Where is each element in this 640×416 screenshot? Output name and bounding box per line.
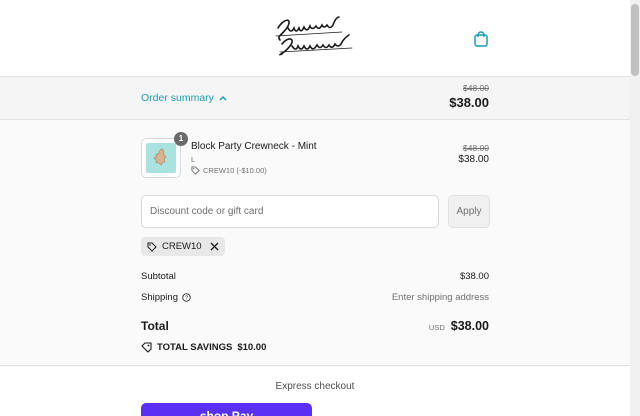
discount-code-input[interactable] — [141, 195, 439, 228]
tag-icon — [141, 342, 152, 353]
tag-icon — [147, 242, 157, 252]
shipping-label: Shipping — [141, 292, 178, 303]
product-variant: L — [191, 155, 196, 164]
product-discount-label: CREW10 (-$10.00) — [203, 166, 267, 175]
apply-button[interactable]: Apply — [448, 195, 490, 228]
shipping-value: Enter shipping address — [391, 292, 489, 303]
product-thumbnail: 1 — [141, 132, 188, 178]
express-checkout: Express checkout shop Pay — [0, 367, 630, 416]
order-summary-bar[interactable]: Order summary $48.00 $38.00 — [0, 77, 630, 120]
total-value-group: USD $38.00 — [429, 319, 489, 333]
header — [0, 0, 630, 77]
product-price: $38.00 — [458, 154, 489, 165]
order-summary-label: Order summary — [141, 92, 214, 104]
scrollbar[interactable] — [630, 0, 640, 416]
scrollbar-thumb[interactable] — [631, 4, 639, 76]
order-summary-panel: 1 Block Party Crewneck - Mint L CREW10 (… — [0, 120, 630, 366]
subtotal-label: Subtotal — [141, 271, 176, 282]
total-label: Total — [141, 319, 169, 333]
help-icon[interactable]: ? — [182, 293, 191, 302]
subtotal-value: $38.00 — [459, 271, 489, 282]
product-image — [146, 143, 176, 173]
order-summary-toggle[interactable]: Order summary — [141, 92, 227, 104]
tag-icon — [191, 166, 200, 175]
brand-logo[interactable] — [272, 14, 358, 60]
summary-original-total: $48.00 — [463, 83, 489, 93]
total-savings-value: $10.00 — [237, 342, 267, 353]
shop-pay-button[interactable]: shop Pay — [141, 403, 312, 416]
express-checkout-title: Express checkout — [275, 381, 355, 392]
quantity-badge: 1 — [174, 132, 188, 146]
shopping-bag-icon[interactable] — [472, 30, 490, 48]
total-amount: $38.00 — [450, 319, 489, 333]
product-name: Block Party Crewneck - Mint — [191, 141, 317, 152]
applied-discount-chip: CREW10 — [141, 237, 225, 256]
total-savings-label: TOTAL SAVINGS — [157, 342, 233, 353]
chevron-up-icon — [219, 95, 227, 101]
product-original-price: $48.00 — [463, 143, 489, 153]
close-icon[interactable] — [210, 242, 219, 251]
currency-code: USD — [428, 323, 445, 332]
total-savings: TOTAL SAVINGS $10.00 — [141, 342, 266, 353]
summary-total: $38.00 — [449, 95, 489, 110]
product-graphic-icon — [153, 149, 167, 166]
shipping-row: Shipping ? — [141, 292, 191, 303]
applied-discount-code: CREW10 — [162, 241, 202, 252]
product-discount: CREW10 (-$10.00) — [191, 166, 267, 175]
